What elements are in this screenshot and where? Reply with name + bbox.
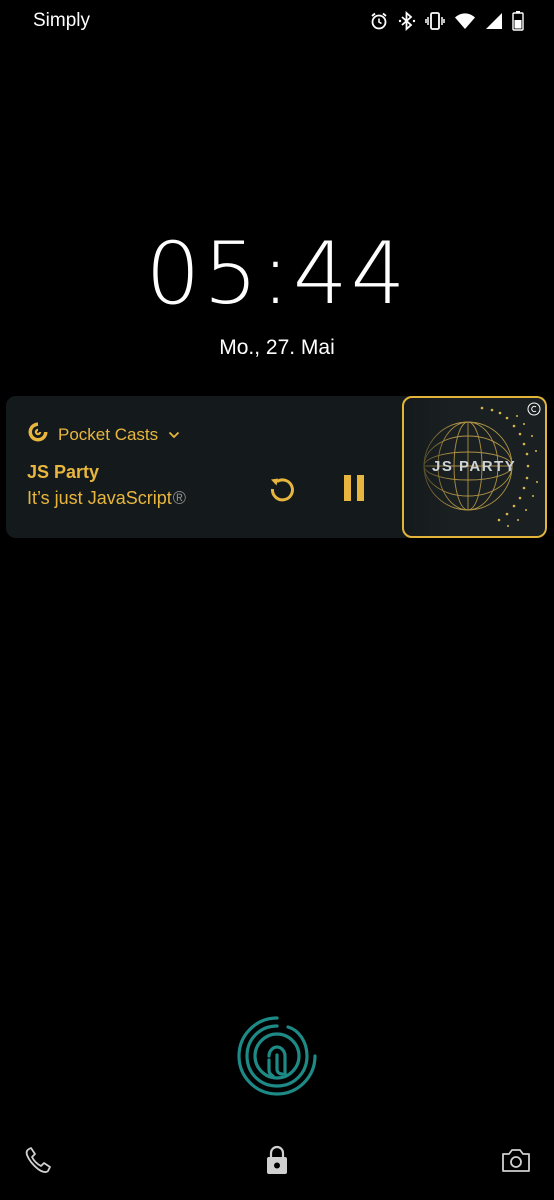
alarm-icon (369, 11, 389, 31)
registered-mark: ® (172, 488, 186, 508)
phone-shortcut[interactable] (21, 1145, 55, 1179)
app-name: Pocket Casts (58, 424, 159, 444)
rewind-icon (267, 473, 297, 508)
status-bar: Simply (0, 0, 554, 44)
pause-button[interactable] (336, 472, 372, 508)
rewind-button[interactable] (264, 472, 300, 508)
fingerprint-sensor[interactable] (236, 1015, 318, 1097)
wifi-icon (454, 12, 476, 30)
signal-icon (485, 12, 503, 30)
carrier-label: Simply (33, 10, 91, 31)
pocket-casts-logo-icon (26, 420, 50, 449)
camera-icon (500, 1146, 532, 1179)
podcast-artwork: JS PARTY (402, 396, 547, 538)
chevron-down-icon[interactable] (168, 426, 180, 444)
media-notification[interactable]: Pocket Casts JS Party It’s just JavaScri… (6, 396, 547, 538)
battery-icon (512, 11, 524, 31)
lock-icon (263, 1144, 291, 1181)
fingerprint-icon (236, 1016, 318, 1101)
camera-shortcut[interactable] (499, 1145, 533, 1179)
notification-header[interactable]: Pocket Casts (26, 420, 180, 449)
vibrate-icon (425, 11, 445, 31)
lock-shortcut[interactable] (260, 1145, 294, 1179)
artwork-border (402, 396, 547, 538)
pause-icon (340, 473, 368, 508)
track-title: JS Party (27, 462, 100, 482)
status-icons (369, 10, 524, 32)
track-subtitle: It’s just JavaScript® (27, 488, 186, 509)
track-subtitle-text: It’s just JavaScript (27, 488, 172, 508)
phone-icon (23, 1145, 53, 1180)
bluetooth-icon (398, 11, 416, 31)
lockscreen-date: Mo., 27. Mai (219, 336, 335, 359)
lockscreen-clock: 05:44 (145, 224, 409, 324)
